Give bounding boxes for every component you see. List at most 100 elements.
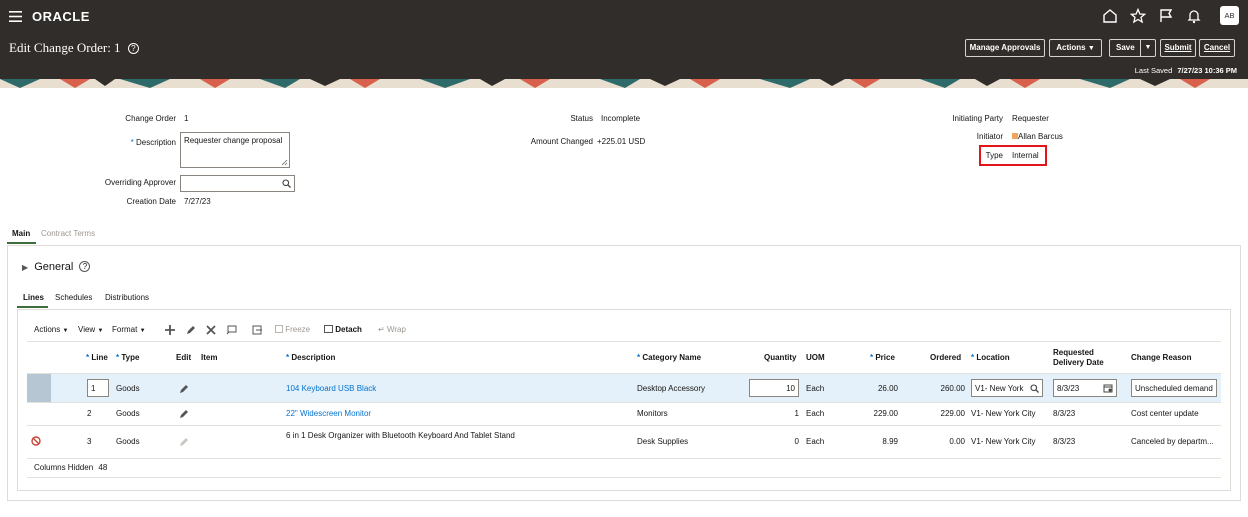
tab-contract-terms[interactable]: Contract Terms <box>41 229 95 238</box>
row-divider <box>27 402 1221 403</box>
subtab-lines[interactable]: Lines <box>23 293 44 302</box>
column-header-delivery-date[interactable]: Requested Delivery Date <box>1053 348 1104 368</box>
manage-approvals-button[interactable]: Manage Approvals <box>965 39 1045 57</box>
column-header-location-text: Location <box>976 353 1010 362</box>
last-saved-value: 7/27/23 10:36 PM <box>1177 66 1237 75</box>
general-help-icon[interactable]: ? <box>79 261 91 272</box>
column-header-category[interactable]: * Category Name <box>637 353 701 362</box>
edit-row-pencil-icon[interactable] <box>179 409 189 419</box>
delivery-date-input[interactable]: 8/3/23 <box>1053 379 1117 397</box>
chevron-down-icon: ▼ <box>1087 45 1095 52</box>
row-divider <box>27 425 1221 426</box>
row-ordered: 260.00 <box>940 384 965 393</box>
row-price: 8.99 <box>882 437 898 446</box>
resize-handle-icon[interactable] <box>281 159 288 166</box>
subtab-schedules[interactable]: Schedules <box>55 293 92 302</box>
row-line-number: 2 <box>87 409 92 418</box>
row-selector[interactable] <box>27 374 51 402</box>
subtab-distributions[interactable]: Distributions <box>105 293 149 302</box>
delete-x-icon[interactable] <box>206 325 216 335</box>
view-menu[interactable]: View ▼ <box>78 325 103 334</box>
column-header-ordered[interactable]: Ordered <box>930 353 961 362</box>
line-number-input[interactable]: 1 <box>87 379 109 397</box>
canceled-status-icon <box>31 436 41 446</box>
help-icon[interactable]: ? <box>127 43 139 54</box>
columns-hidden-value: 48 <box>98 463 108 472</box>
export-icon[interactable] <box>252 325 263 335</box>
edit-pencil-icon[interactable] <box>186 325 196 335</box>
row-type: Goods <box>116 409 140 418</box>
search-icon[interactable] <box>282 179 291 188</box>
comment-icon[interactable] <box>226 325 237 335</box>
quantity-input[interactable]: 10 <box>749 379 799 397</box>
change-reason-input[interactable]: Unscheduled demand <box>1131 379 1217 397</box>
row-delivery-date: 8/3/23 <box>1053 409 1076 418</box>
row-price: 229.00 <box>873 409 898 418</box>
column-header-price[interactable]: * Price <box>870 353 895 362</box>
column-header-location[interactable]: * Location <box>971 353 1010 362</box>
description-label: * Description <box>90 138 176 147</box>
chevron-down-icon: ▼ <box>139 328 146 334</box>
location-input[interactable]: V1- New York <box>971 379 1043 397</box>
row-uom: Each <box>806 437 825 446</box>
last-saved: Last Saved 7/27/23 10:36 PM <box>1135 66 1237 75</box>
column-header-description[interactable]: * Description <box>286 353 335 362</box>
cancel-button[interactable]: Cancel <box>1199 39 1235 57</box>
column-header-category-text: Category Name <box>642 353 702 362</box>
column-header-item[interactable]: Item <box>201 353 217 362</box>
save-options-chevron-icon[interactable]: ▼ <box>1140 40 1155 56</box>
edit-row-pencil-icon[interactable] <box>179 384 189 394</box>
calendar-icon[interactable] <box>1103 383 1113 393</box>
notifications-bell-icon[interactable] <box>1186 8 1202 24</box>
expand-triangle-icon[interactable]: ▶ <box>22 263 28 272</box>
submit-button[interactable]: Submit <box>1160 39 1196 57</box>
column-header-uom[interactable]: UOM <box>806 353 825 362</box>
wrap-button[interactable]: ↵ Wrap <box>378 325 406 334</box>
column-header-edit[interactable]: Edit <box>176 353 191 362</box>
tab-main[interactable]: Main <box>12 229 30 238</box>
row-ordered: 0.00 <box>949 437 965 446</box>
general-section-header[interactable]: ▶ General ? <box>22 261 91 273</box>
column-header-description-text: Description <box>291 353 336 362</box>
column-header-line[interactable]: * Line <box>86 353 108 362</box>
favorites-star-icon[interactable] <box>1129 7 1147 24</box>
item-description-link[interactable]: 104 Keyboard USB Black <box>286 384 376 393</box>
item-description-link[interactable]: 22" Widescreen Monitor <box>286 409 371 418</box>
description-label-text: Description <box>135 138 176 147</box>
creation-date-label: Creation Date <box>126 197 176 206</box>
add-icon[interactable] <box>165 325 175 335</box>
freeze-icon <box>275 325 283 333</box>
column-header-quantity[interactable]: Quantity <box>764 353 796 362</box>
freeze-button[interactable]: Freeze <box>275 325 310 334</box>
save-button[interactable]: Save ▼ <box>1109 39 1156 57</box>
actions-menu[interactable]: Actions ▼ <box>34 325 68 334</box>
search-icon[interactable] <box>1030 384 1039 393</box>
decorative-banner <box>0 79 1248 88</box>
row-quantity: 0 <box>794 437 799 446</box>
format-menu[interactable]: Format ▼ <box>112 325 146 334</box>
column-header-type[interactable]: * Type <box>116 353 139 362</box>
view-menu-label: View <box>78 325 96 334</box>
amount-changed-label: Amount Changed <box>530 137 593 146</box>
initiator-label: Initiator <box>976 132 1003 141</box>
menu-icon[interactable] <box>9 11 22 22</box>
type-field-highlight <box>979 145 1047 166</box>
change-order-value: 1 <box>184 114 189 123</box>
overriding-approver-input[interactable] <box>180 175 295 192</box>
initiator-value[interactable]: Allan Barcus <box>1018 132 1063 141</box>
row-category: Desktop Accessory <box>637 384 706 393</box>
flag-icon[interactable] <box>1158 8 1174 24</box>
row-divider <box>27 458 1221 459</box>
actions-menu-button[interactable]: Actions ▼ <box>1049 39 1102 57</box>
creation-date-value: 7/27/23 <box>184 197 211 206</box>
home-icon[interactable] <box>1102 8 1118 24</box>
detach-button[interactable]: Detach <box>324 325 362 334</box>
row-change-reason: Cost center update <box>1131 409 1199 418</box>
column-header-change-reason[interactable]: Change Reason <box>1131 353 1191 362</box>
description-textarea[interactable]: Requester change proposal <box>180 132 290 168</box>
user-avatar[interactable]: AB <box>1220 6 1239 25</box>
actions-menu-label: Actions <box>1056 43 1086 52</box>
location-value: V1- New York <box>975 384 1024 393</box>
row-delivery-date: 8/3/23 <box>1053 437 1076 446</box>
row-change-reason: Canceled by departm... <box>1131 437 1214 446</box>
